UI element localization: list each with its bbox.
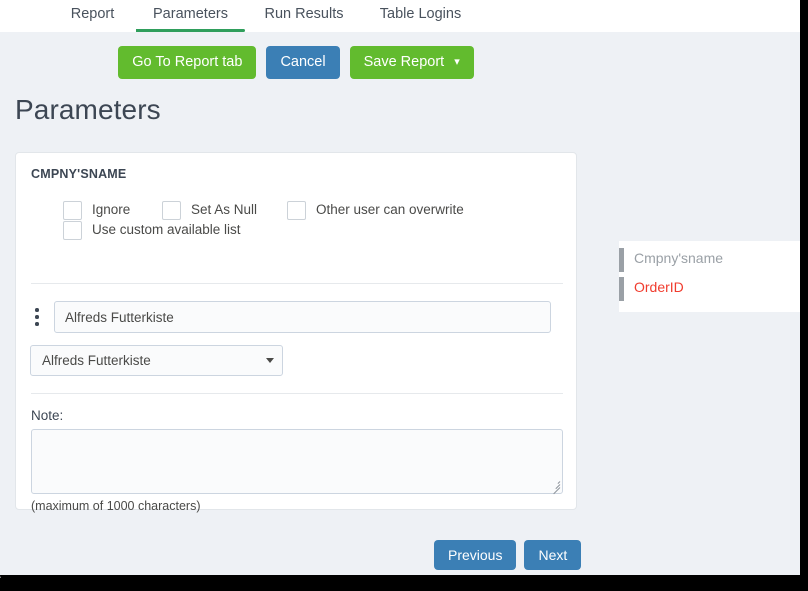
tab-table-logins-label: Table Logins <box>379 6 462 22</box>
cancel-button[interactable]: Cancel <box>266 46 340 79</box>
page-title: Parameters <box>15 94 161 125</box>
tab-run-results-label: Run Results <box>264 6 344 22</box>
window-right-edge <box>800 0 808 591</box>
drag-handle-icon[interactable] <box>30 304 44 330</box>
parameter-select-value: Alfreds Futterkiste <box>42 353 151 368</box>
action-toolbar: Go To Report tab Cancel Save Report ▾ <box>0 46 592 79</box>
checkbox-use-custom-available-list-label: Use custom available list <box>92 222 241 237</box>
save-report-label: Save Report <box>363 54 445 70</box>
checkbox-use-custom-available-list-box[interactable] <box>63 221 82 240</box>
list-item-marker <box>619 277 624 301</box>
tab-parameters[interactable]: Parameters <box>136 0 245 32</box>
tab-bar: Report Parameters Run Results Table Logi… <box>0 0 800 32</box>
page-body: Go To Report tab Cancel Save Report ▾ Param… <box>0 32 800 578</box>
go-to-report-tab-button[interactable]: Go To Report tab <box>118 46 257 79</box>
checkbox-ignore-label: Ignore <box>92 202 131 217</box>
checkbox-row-1: Ignore Set As Null Other user can overwr… <box>16 201 576 223</box>
parameter-select-wrapper: Alfreds Futterkiste <box>30 345 283 376</box>
parameter-select[interactable]: Alfreds Futterkiste <box>30 345 283 376</box>
tab-report[interactable]: Report <box>50 0 135 32</box>
parameter-list-panel: Cmpny'sname OrderID <box>619 241 800 312</box>
tab-table-logins[interactable]: Table Logins <box>364 0 477 32</box>
divider-top <box>31 283 563 284</box>
pagination-controls: Previous Next <box>434 540 582 570</box>
save-report-button[interactable]: Save Report ▾ <box>349 46 474 79</box>
list-item-marker <box>619 248 624 272</box>
tab-run-results[interactable]: Run Results <box>250 0 358 32</box>
window-bottom-shadow <box>0 578 808 591</box>
note-textarea[interactable] <box>31 429 563 494</box>
checkbox-other-user-can-overwrite-box[interactable] <box>287 201 306 220</box>
checkbox-ignore-box[interactable] <box>63 201 82 220</box>
note-max-characters-hint: (maximum of 1000 characters) <box>31 499 201 513</box>
parameter-name-heading: CMPNY'SNAME <box>31 167 127 181</box>
parameter-value-input[interactable] <box>54 301 551 333</box>
chevron-down-icon: ▾ <box>454 56 460 68</box>
checkbox-row-2: Use custom available list <box>16 221 576 243</box>
parameter-card: CMPNY'SNAME Ignore Set As Null Other use… <box>15 152 577 513</box>
checkbox-set-as-null-box[interactable] <box>162 201 181 220</box>
divider-note <box>31 393 563 394</box>
tab-parameters-label: Parameters <box>153 6 228 22</box>
parameter-list-item-cmpnysname-label: Cmpny'sname <box>634 250 724 266</box>
next-button[interactable]: Next <box>524 540 582 570</box>
checkbox-other-user-can-overwrite-label: Other user can overwrite <box>316 202 464 217</box>
checkbox-set-as-null-label: Set As Null <box>191 202 258 217</box>
note-label: Note: <box>31 408 64 423</box>
parameter-value-row <box>16 301 576 333</box>
app-frame: Report Parameters Run Results Table Logi… <box>0 0 800 578</box>
parameter-list-item-orderid-label: OrderID <box>634 279 684 295</box>
tab-report-label: Report <box>70 6 115 22</box>
previous-button[interactable]: Previous <box>434 540 517 570</box>
